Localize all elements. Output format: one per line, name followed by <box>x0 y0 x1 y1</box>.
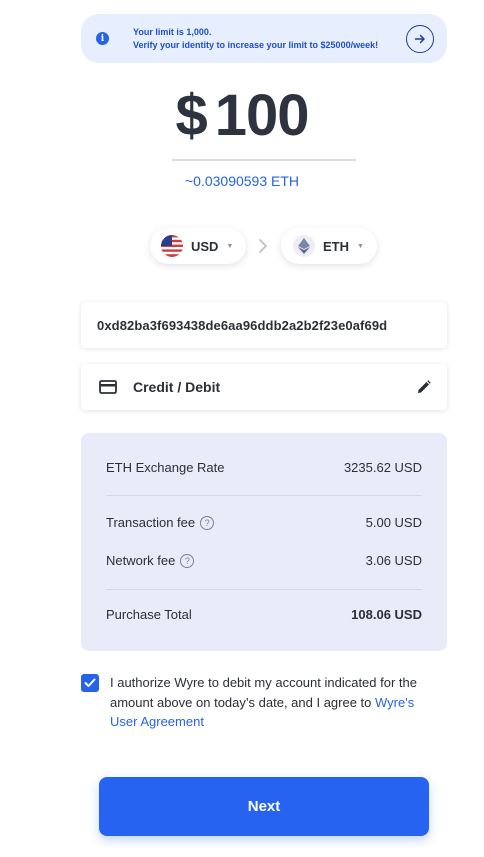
next-button[interactable]: Next <box>99 777 429 836</box>
summary-divider <box>106 495 422 496</box>
summary-value: 5.00 USD <box>365 515 422 530</box>
transaction-fee-row: Transaction fee ? 5.00 USD <box>106 515 422 530</box>
limit-line: Your limit is 1,000. <box>133 27 212 37</box>
currency-symbol: $ <box>175 83 207 148</box>
authorization-text: I authorize Wyre to debit my account ind… <box>110 673 440 732</box>
us-flag-icon <box>161 235 183 257</box>
destination-currency-label: ETH <box>323 238 349 254</box>
purchase-total-value: 108.06 USD <box>351 607 422 622</box>
summary-divider <box>106 589 422 590</box>
summary-label: ETH Exchange Rate <box>106 460 225 475</box>
summary-value: 3235.62 USD <box>343 460 422 475</box>
summary-label-wrap: Transaction fee ? <box>106 515 215 530</box>
purchase-total-row: Purchase Total 108.06 USD <box>106 607 422 622</box>
purchase-summary: ETH Exchange Rate 3235.62 USD Transactio… <box>81 433 447 651</box>
summary-value: 3.06 USD <box>365 553 422 568</box>
summary-label-wrap: Network fee ? <box>106 553 195 568</box>
summary-label: Transaction fee <box>106 515 196 530</box>
crypto-equivalent: ~0.03090593 ETH <box>184 173 300 189</box>
verify-identity-button[interactable] <box>406 25 434 53</box>
summary-label: Network fee <box>106 553 176 568</box>
exchange-rate-row: ETH Exchange Rate 3235.62 USD <box>106 460 422 475</box>
ethereum-icon <box>293 235 315 257</box>
wallet-address-field[interactable]: 0xd82ba3f693438de6aa96ddb2a2b2f23e0af69d <box>81 302 447 348</box>
destination-currency-select[interactable]: ETH ▼ <box>281 228 377 264</box>
pencil-icon[interactable] <box>417 380 431 394</box>
limit-message: Your limit is 1,000. Verify your identit… <box>133 26 378 52</box>
payment-method-label: Credit / Debit <box>133 379 221 395</box>
limit-banner: i Your limit is 1,000. Verify your ident… <box>81 14 447 63</box>
payment-method-field[interactable]: Credit / Debit <box>81 364 447 410</box>
wallet-address-value: 0xd82ba3f693438de6aa96ddb2a2b2f23e0af69d <box>97 317 388 333</box>
chevron-down-icon: ▼ <box>226 242 234 250</box>
network-fee-row: Network fee ? 3.06 USD <box>106 553 422 568</box>
source-currency-label: USD <box>191 238 219 254</box>
verify-identity-line: Verify your identity to increase your li… <box>133 40 379 50</box>
help-icon[interactable]: ? <box>180 553 195 568</box>
amount-value: 100 <box>214 83 310 148</box>
checkmark-icon <box>84 678 96 687</box>
arrow-right-icon <box>414 34 425 44</box>
credit-card-icon <box>99 380 117 394</box>
amount-underline <box>172 159 356 161</box>
summary-label: Purchase Total <box>106 607 192 622</box>
authorization-statement: I authorize Wyre to debit my account ind… <box>110 675 417 710</box>
chevron-right-icon <box>259 239 268 253</box>
info-icon: i <box>96 32 109 45</box>
help-icon[interactable]: ? <box>200 515 215 530</box>
source-currency-select[interactable]: USD ▼ <box>150 228 246 264</box>
chevron-down-icon: ▼ <box>357 242 364 250</box>
authorize-checkbox[interactable] <box>81 674 99 692</box>
amount-input[interactable]: $100 <box>0 82 484 149</box>
